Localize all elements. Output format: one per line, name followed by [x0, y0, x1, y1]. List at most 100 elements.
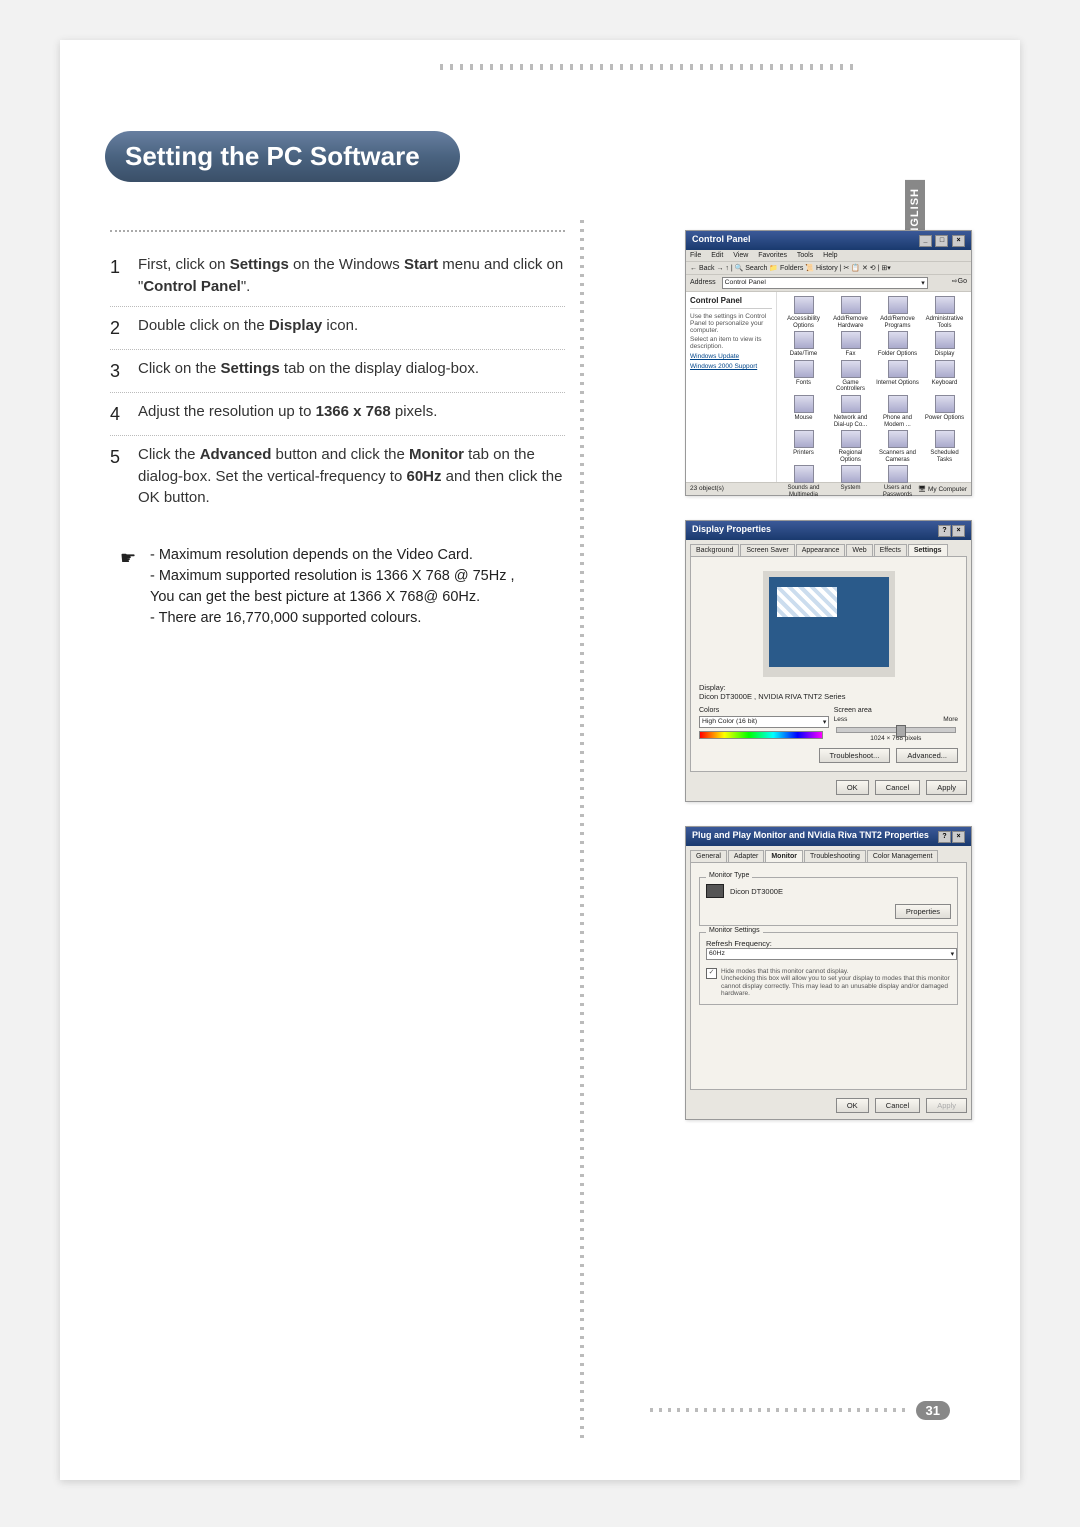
hide-modes-checkbox[interactable]: ✓ — [706, 968, 717, 979]
go-icon[interactable]: ⇨Go — [952, 277, 967, 285]
control-panel-item[interactable]: Scheduled Tasks — [922, 430, 967, 463]
tab[interactable]: General — [690, 850, 727, 862]
cp-item-icon — [935, 331, 955, 349]
control-panel-item — [922, 465, 967, 498]
step: 1 First, click on Settings on the Window… — [110, 246, 565, 307]
cp-item-icon — [841, 430, 861, 448]
cancel-button[interactable]: Cancel — [875, 780, 920, 795]
control-panel-item[interactable]: Phone and Modem ... — [875, 395, 920, 428]
control-panel-item[interactable]: Users and Passwords — [875, 465, 920, 498]
cp-item-icon — [935, 296, 955, 314]
cp-item-label: Regional Options — [828, 450, 873, 463]
cp-item-icon — [888, 331, 908, 349]
control-panel-item[interactable]: Folder Options — [875, 331, 920, 358]
close-icon[interactable]: × — [952, 831, 965, 843]
control-panel-item[interactable]: Internet Options — [875, 360, 920, 393]
cp-item-label: Administrative Tools — [922, 316, 967, 329]
tab[interactable]: Appearance — [796, 544, 846, 556]
menu-item[interactable]: File — [690, 252, 701, 259]
cp-item-icon — [794, 430, 814, 448]
control-panel-item[interactable]: Printers — [781, 430, 826, 463]
step: 3 Click on the Settings tab on the displ… — [110, 350, 565, 393]
control-panel-item[interactable]: Power Options — [922, 395, 967, 428]
tab[interactable]: Screen Saver — [740, 544, 794, 556]
sidebar-link[interactable]: Windows 2000 Support — [690, 363, 772, 370]
page-number-dots — [650, 1408, 910, 1412]
control-panel-window: Control Panel _ □ × File Edit View Favor… — [685, 230, 972, 496]
colors-select[interactable]: High Color (16 bit)▾ — [699, 716, 829, 728]
control-panel-item[interactable]: Add/Remove Hardware — [828, 296, 873, 329]
display-properties-dialog: Display Properties ?× Background Screen … — [685, 520, 972, 802]
note-block: - Maximum resolution depends on the Vide… — [110, 545, 565, 629]
menu-item[interactable]: View — [733, 252, 748, 259]
tab[interactable]: Adapter — [728, 850, 765, 862]
cp-item-icon — [841, 395, 861, 413]
ok-button[interactable]: OK — [836, 780, 869, 795]
tab[interactable]: Troubleshooting — [804, 850, 866, 862]
instructions-column: 1 First, click on Settings on the Window… — [110, 230, 565, 629]
menu-item[interactable]: Help — [823, 252, 837, 259]
screenshots-column: Control Panel _ □ × File Edit View Favor… — [685, 230, 970, 1144]
menu-item[interactable]: Favorites — [758, 252, 787, 259]
help-icon[interactable]: ? — [938, 525, 951, 537]
cp-item-label: Mouse — [781, 415, 826, 422]
properties-button[interactable]: Properties — [895, 904, 951, 919]
menu-item[interactable]: Tools — [797, 252, 813, 259]
toolbar[interactable]: ← Back → ↑ | 🔍 Search 📁 Folders 📜 Histor… — [686, 262, 971, 275]
control-panel-item[interactable]: Sounds and Multimedia — [781, 465, 826, 498]
refresh-select[interactable]: 60Hz▾ — [706, 948, 957, 960]
troubleshoot-button[interactable]: Troubleshoot... — [819, 748, 891, 763]
apply-button[interactable]: Apply — [926, 780, 967, 795]
close-icon[interactable]: × — [952, 525, 965, 537]
address-value[interactable]: Control Panel — [725, 279, 766, 287]
sidebar-link[interactable]: Windows Update — [690, 353, 772, 360]
apply-button[interactable]: Apply — [926, 1098, 967, 1113]
tab[interactable]: Web — [846, 544, 872, 556]
control-panel-item[interactable]: Fonts — [781, 360, 826, 393]
monitor-properties-dialog: Plug and Play Monitor and NVidia Riva TN… — [685, 826, 972, 1120]
control-panel-icons: Accessibility OptionsAdd/Remove Hardware… — [777, 292, 971, 482]
help-icon[interactable]: ? — [938, 831, 951, 843]
control-panel-item[interactable]: Regional Options — [828, 430, 873, 463]
display-value: Dicon DT3000E , NVIDIA RIVA TNT2 Series — [699, 692, 958, 701]
cp-item-label: Internet Options — [875, 380, 920, 387]
cp-item-label: Phone and Modem ... — [875, 415, 920, 428]
control-panel-item[interactable]: Mouse — [781, 395, 826, 428]
window-titlebar: Display Properties ?× — [686, 521, 971, 540]
control-panel-item[interactable]: Game Controllers — [828, 360, 873, 393]
control-panel-item[interactable]: Scanners and Cameras — [875, 430, 920, 463]
minimize-icon[interactable]: _ — [919, 235, 932, 247]
resolution-slider[interactable] — [836, 727, 956, 733]
tab[interactable]: Background — [690, 544, 739, 556]
cp-item-icon — [794, 360, 814, 378]
control-panel-item[interactable]: Network and Dial-up Co... — [828, 395, 873, 428]
steps-list: 1 First, click on Settings on the Window… — [110, 246, 565, 517]
control-panel-item[interactable]: Add/Remove Programs — [875, 296, 920, 329]
control-panel-item[interactable]: Keyboard — [922, 360, 967, 393]
control-panel-item[interactable]: Display — [922, 331, 967, 358]
ok-button[interactable]: OK — [836, 1098, 869, 1113]
section-title-bar: Setting the PC Software — [105, 130, 460, 182]
cp-item-label: System — [828, 485, 873, 492]
close-icon[interactable]: × — [952, 235, 965, 247]
advanced-button[interactable]: Advanced... — [896, 748, 958, 763]
tab-active[interactable]: Monitor — [765, 850, 803, 862]
control-panel-item[interactable]: Fax — [828, 331, 873, 358]
cp-item-icon — [794, 331, 814, 349]
control-panel-item[interactable]: Date/Time — [781, 331, 826, 358]
control-panel-item[interactable]: System — [828, 465, 873, 498]
menu-item[interactable]: Edit — [711, 252, 723, 259]
address-bar: Address Control Panel▾ ⇨Go — [686, 275, 971, 292]
maximize-icon[interactable]: □ — [935, 235, 948, 247]
tab[interactable]: Color Management — [867, 850, 939, 862]
control-panel-item[interactable]: Accessibility Options — [781, 296, 826, 329]
cp-item-label: Game Controllers — [828, 380, 873, 393]
cancel-button[interactable]: Cancel — [875, 1098, 920, 1113]
tab-active[interactable]: Settings — [908, 544, 948, 556]
cp-item-icon — [841, 296, 861, 314]
section-title: Setting the PC Software — [105, 131, 460, 182]
control-panel-item[interactable]: Administrative Tools — [922, 296, 967, 329]
monitor-type-value: Dicon DT3000E — [730, 887, 783, 896]
tab[interactable]: Effects — [874, 544, 907, 556]
menubar: File Edit View Favorites Tools Help — [686, 250, 971, 262]
